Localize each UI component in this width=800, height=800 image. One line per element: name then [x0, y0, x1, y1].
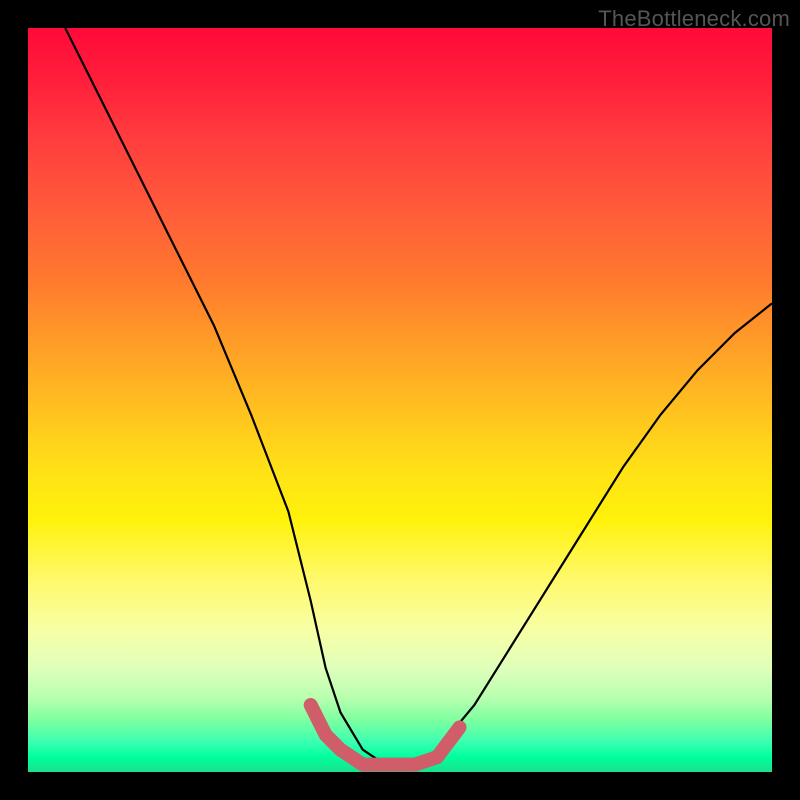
- bottleneck-curve: [65, 28, 772, 765]
- curve-svg: [28, 28, 772, 772]
- plot-area: [28, 28, 772, 772]
- bottleneck-flat-zone: [311, 705, 460, 765]
- chart-frame: TheBottleneck.com: [0, 0, 800, 800]
